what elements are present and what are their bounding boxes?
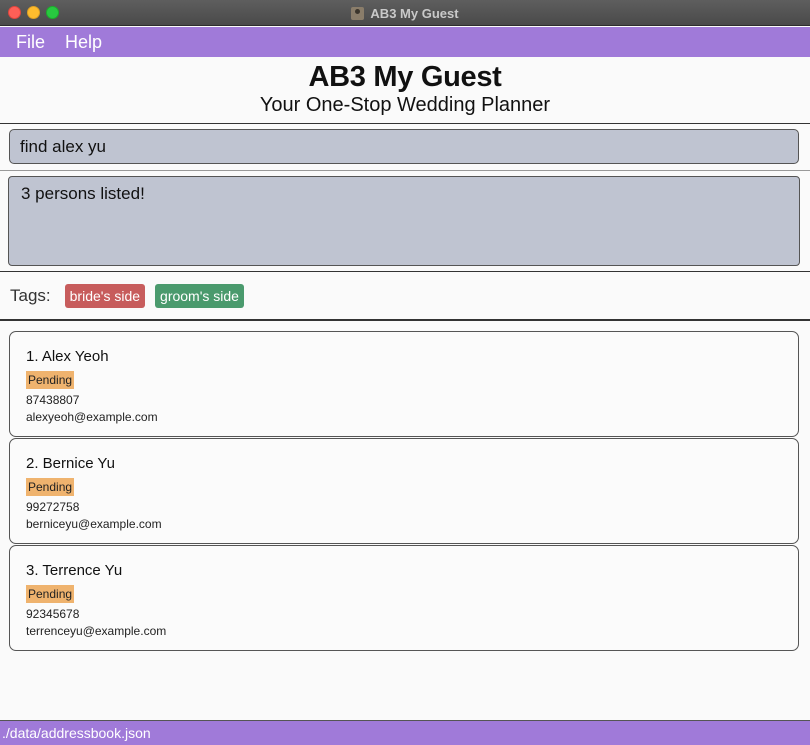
data-file-path: ./data/addressbook.json	[2, 725, 151, 741]
status-badge: Pending	[26, 371, 75, 389]
person-phone: 99272758	[26, 500, 80, 514]
person-phone: 87438807	[26, 393, 80, 407]
person-email: terrenceyu@example.com	[26, 624, 167, 638]
app-title: AB3 My Guest	[308, 61, 502, 93]
person-email: berniceyu@example.com	[26, 517, 162, 531]
app-subtitle: Your One-Stop Wedding Planner	[259, 94, 551, 116]
command-input[interactable]	[9, 129, 799, 164]
divider	[0, 319, 810, 321]
menu-file[interactable]: File	[16, 32, 45, 53]
menu-help[interactable]: Help	[65, 32, 102, 53]
person-phone: 92345678	[26, 607, 80, 621]
status-badge: Pending	[26, 585, 75, 603]
tags-label: Tags:	[10, 286, 51, 305]
person-name: 3. Terrence Yu	[26, 562, 123, 579]
menu-bar: File Help	[0, 27, 810, 57]
window-titlebar: AB3 My Guest	[0, 0, 810, 26]
person-list: 1. Alex Yeoh Pending 87438807 alexyeoh@e…	[9, 331, 799, 652]
divider	[0, 123, 810, 124]
result-display: 3 persons listed!	[8, 176, 800, 266]
person-card[interactable]: 2. Bernice Yu Pending 99272758 berniceyu…	[9, 438, 799, 544]
status-bar: ./data/addressbook.json	[0, 720, 810, 745]
tag-grooms-side[interactable]: groom's side	[155, 284, 244, 308]
tag-brides-side[interactable]: bride's side	[64, 284, 146, 308]
person-card[interactable]: 3. Terrence Yu Pending 92345678 terrence…	[9, 545, 799, 651]
divider	[0, 170, 810, 171]
person-card[interactable]: 1. Alex Yeoh Pending 87438807 alexyeoh@e…	[9, 331, 799, 437]
person-name: 1. Alex Yeoh	[26, 348, 109, 365]
app-header: AB3 My Guest Your One-Stop Wedding Plann…	[0, 58, 810, 123]
app-icon	[351, 6, 365, 20]
person-name: 2. Bernice Yu	[26, 455, 115, 472]
window-title-area: AB3 My Guest	[0, 0, 810, 26]
window-title: AB3 My Guest	[370, 5, 459, 21]
status-badge: Pending	[26, 478, 75, 496]
person-email: alexyeoh@example.com	[26, 410, 158, 424]
tags-bar: Tags: bride's side groom's side	[0, 272, 810, 320]
